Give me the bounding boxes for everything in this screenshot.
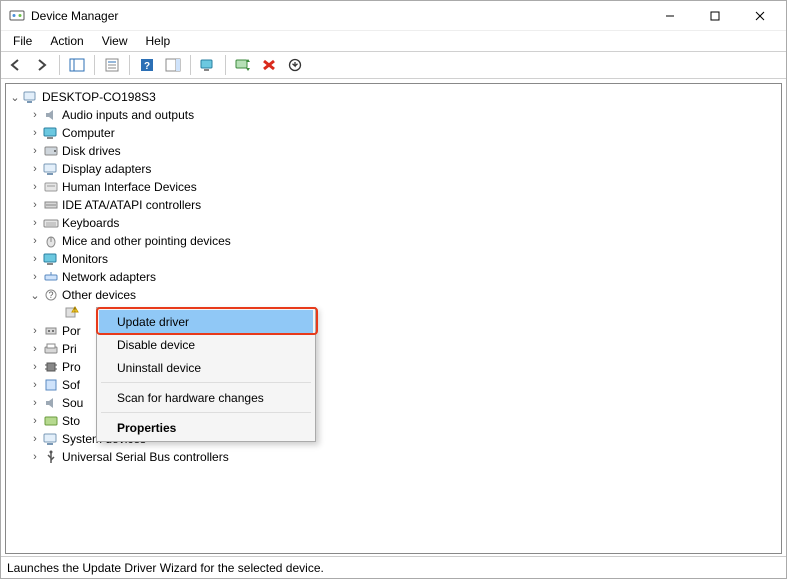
expand-toggle[interactable]: › — [28, 271, 42, 283]
expand-toggle[interactable]: › — [28, 109, 42, 121]
mouse-icon — [43, 233, 59, 249]
audio-icon — [43, 107, 59, 123]
minimize-button[interactable] — [647, 2, 692, 30]
enable-device-button[interactable] — [284, 54, 306, 76]
system-icon — [43, 431, 59, 447]
ctx-properties[interactable]: Properties — [99, 416, 313, 439]
expand-toggle[interactable]: › — [28, 415, 42, 427]
toolbar-separator — [225, 55, 226, 75]
ctx-scan-hardware[interactable]: Scan for hardware changes — [99, 386, 313, 409]
tree-root-label: DESKTOP-CO198S3 — [42, 90, 156, 104]
ports-icon — [43, 323, 59, 339]
expand-toggle[interactable]: › — [28, 361, 42, 373]
scan-hardware-button[interactable] — [197, 54, 219, 76]
menubar: File Action View Help — [1, 31, 786, 51]
expand-toggle[interactable]: › — [28, 217, 42, 229]
titlebar: Device Manager — [1, 1, 786, 31]
devmgmt-icon — [9, 8, 25, 24]
expand-toggle[interactable]: › — [28, 199, 42, 211]
computer-icon — [43, 125, 59, 141]
svg-text:?: ? — [144, 61, 150, 72]
ctx-separator — [101, 412, 311, 413]
expand-toggle[interactable]: › — [28, 379, 42, 391]
expand-toggle[interactable]: ⌄ — [28, 289, 42, 302]
ctx-separator — [101, 382, 311, 383]
processor-icon — [43, 359, 59, 375]
tree-category[interactable]: › Display adapters — [6, 160, 781, 178]
hid-icon — [43, 179, 59, 195]
display-icon — [43, 161, 59, 177]
storage-icon — [43, 413, 59, 429]
menu-view[interactable]: View — [94, 32, 136, 50]
back-button[interactable] — [5, 54, 27, 76]
sound-icon — [43, 395, 59, 411]
menu-action[interactable]: Action — [42, 32, 91, 50]
expand-toggle[interactable]: › — [28, 145, 42, 157]
expand-toggle[interactable]: › — [28, 433, 42, 445]
menu-help[interactable]: Help — [138, 32, 179, 50]
toolbar-separator — [94, 55, 95, 75]
toolbar: ? — [1, 51, 786, 79]
update-driver-button[interactable] — [232, 54, 254, 76]
action-pane-button[interactable] — [162, 54, 184, 76]
tree-root[interactable]: ⌄ DESKTOP-CO198S3 — [6, 88, 781, 106]
toolbar-separator — [129, 55, 130, 75]
help-button[interactable]: ? — [136, 54, 158, 76]
expand-toggle[interactable]: › — [28, 253, 42, 265]
statusbar-text: Launches the Update Driver Wizard for th… — [7, 561, 324, 575]
statusbar: Launches the Update Driver Wizard for th… — [1, 556, 786, 578]
menu-file[interactable]: File — [5, 32, 40, 50]
properties-button[interactable] — [101, 54, 123, 76]
tree-category[interactable]: › Network adapters — [6, 268, 781, 286]
toolbar-separator — [190, 55, 191, 75]
tree-category[interactable]: › Universal Serial Bus controllers — [6, 448, 781, 466]
tree-category[interactable]: › Audio inputs and outputs — [6, 106, 781, 124]
expand-toggle[interactable]: › — [28, 163, 42, 175]
usb-icon — [43, 449, 59, 465]
expand-toggle[interactable]: › — [28, 451, 42, 463]
computer-icon — [23, 89, 39, 105]
maximize-button[interactable] — [692, 2, 737, 30]
disk-icon — [43, 143, 59, 159]
monitor-icon — [43, 251, 59, 267]
tree-category[interactable]: › Keyboards — [6, 214, 781, 232]
printqueue-icon — [43, 341, 59, 357]
ctx-disable-device[interactable]: Disable device — [99, 333, 313, 356]
close-button[interactable] — [737, 2, 782, 30]
show-hide-tree-button[interactable] — [66, 54, 88, 76]
tree-category[interactable]: › IDE ATA/ATAPI controllers — [6, 196, 781, 214]
window-title: Device Manager — [31, 9, 118, 23]
forward-button[interactable] — [31, 54, 53, 76]
warning-device-icon: ! — [63, 305, 79, 321]
ctx-uninstall-device[interactable]: Uninstall device — [99, 356, 313, 379]
network-icon — [43, 269, 59, 285]
ide-icon — [43, 197, 59, 213]
ctx-update-driver[interactable]: Update driver — [99, 310, 313, 333]
expand-toggle[interactable]: › — [28, 235, 42, 247]
tree-category[interactable]: › Monitors — [6, 250, 781, 268]
tree-category[interactable]: › Computer — [6, 124, 781, 142]
expand-toggle[interactable]: › — [28, 127, 42, 139]
keyboard-icon — [43, 215, 59, 231]
tree-category[interactable]: › Disk drives — [6, 142, 781, 160]
expand-toggle[interactable]: ⌄ — [8, 91, 22, 104]
expand-toggle[interactable]: › — [28, 343, 42, 355]
tree-category[interactable]: › Human Interface Devices — [6, 178, 781, 196]
tree-category[interactable]: › Mice and other pointing devices — [6, 232, 781, 250]
software-icon — [43, 377, 59, 393]
toolbar-separator — [59, 55, 60, 75]
svg-text:?: ? — [48, 290, 53, 300]
context-menu: Update driver Disable device Uninstall d… — [96, 307, 316, 442]
expand-toggle[interactable]: › — [28, 325, 42, 337]
expand-toggle[interactable]: › — [28, 397, 42, 409]
tree-category-other-devices[interactable]: ⌄ ? Other devices — [6, 286, 781, 304]
other-devices-icon: ? — [43, 287, 59, 303]
uninstall-device-button[interactable] — [258, 54, 280, 76]
expand-toggle[interactable]: › — [28, 181, 42, 193]
